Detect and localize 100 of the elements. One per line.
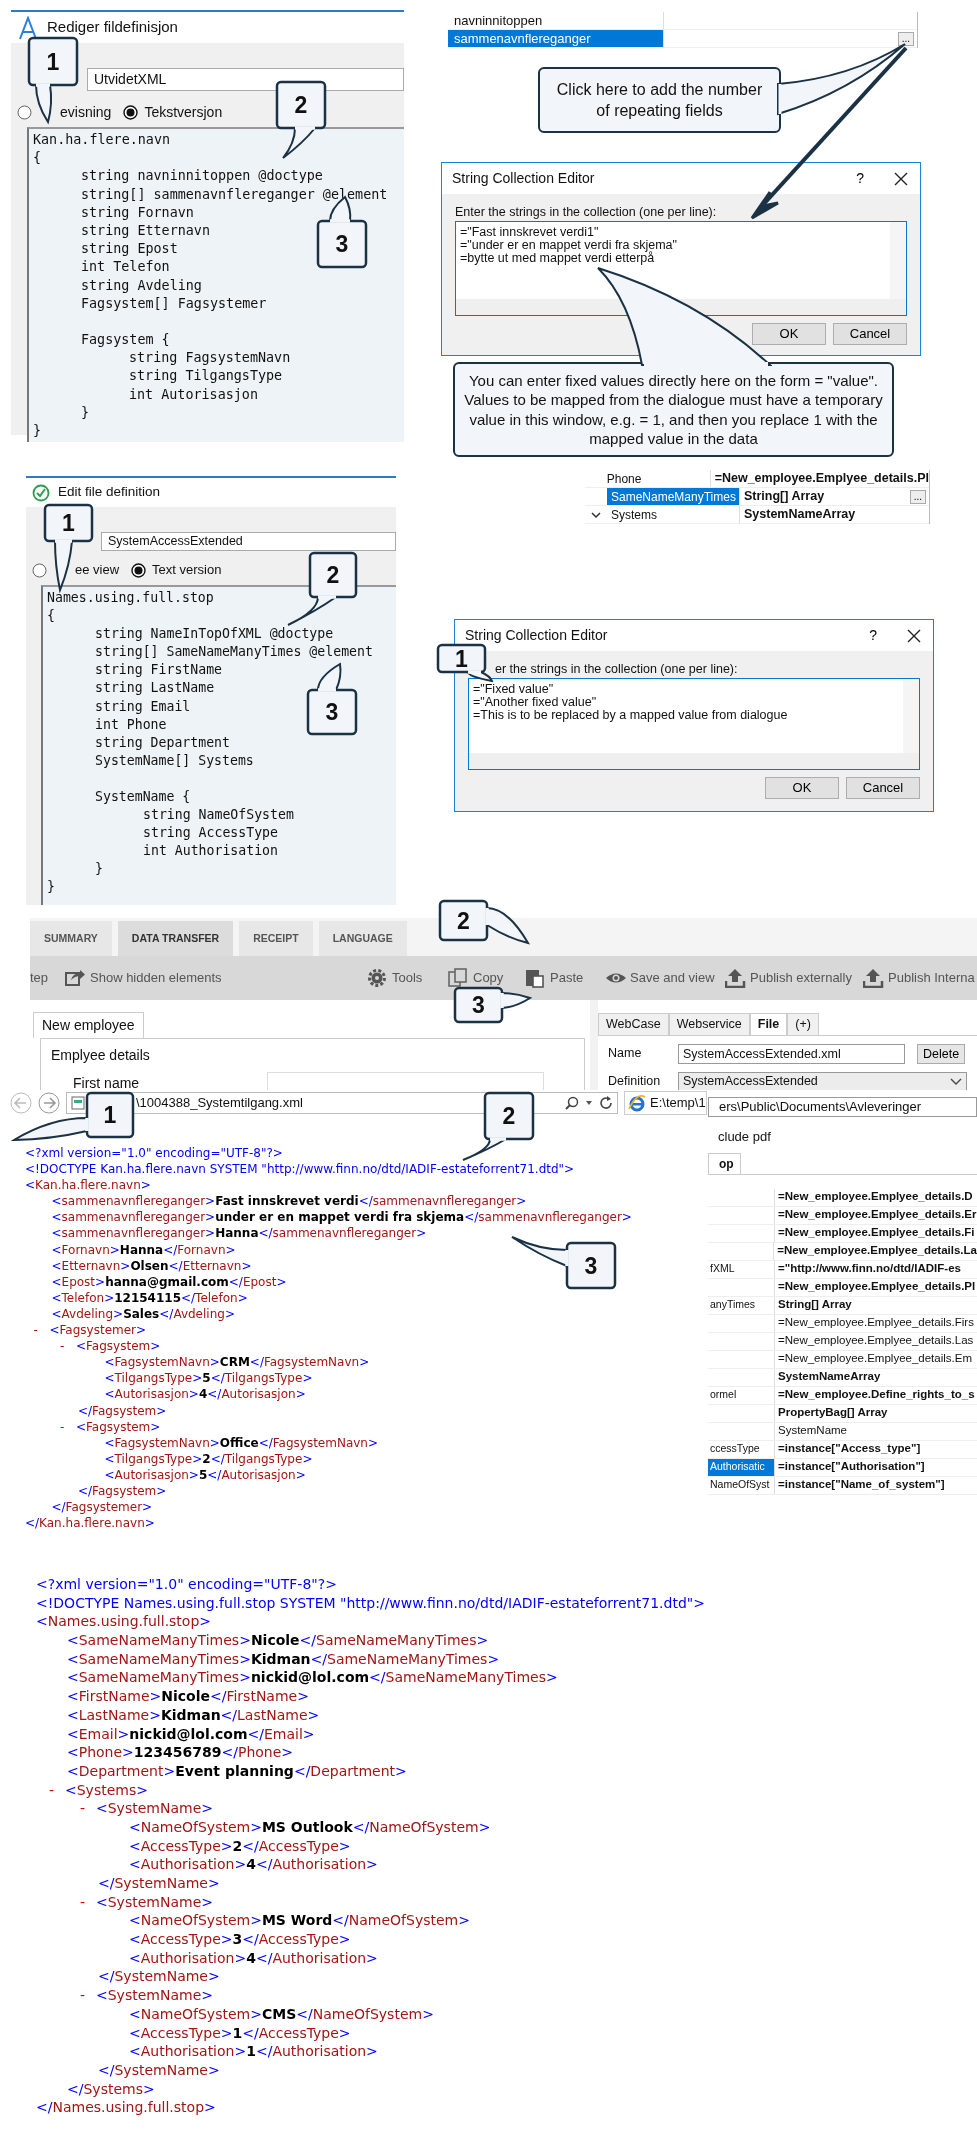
- help-button[interactable]: ?: [869, 625, 877, 646]
- xml-line: <Epost>hanna@gmail.com</Epost>: [51, 1274, 287, 1289]
- xml-line: <Names.using.full.stop>: [36, 1613, 212, 1630]
- xml-line: <Department>Event planning</Department>: [67, 1762, 407, 1779]
- scrollbar[interactable]: [469, 753, 919, 769]
- dialog-button[interactable]: OK: [765, 777, 839, 799]
- toolbar-button[interactable]: Show hidden elements: [65, 968, 367, 988]
- property-name[interactable]: NameOfSyst: [710, 1477, 770, 1493]
- tab[interactable]: Webservice: [668, 1013, 750, 1035]
- ellipsis-button[interactable]: ...: [909, 489, 926, 504]
- property-value: ="http://www.finn.no/dtd/IADIF-es: [778, 1261, 961, 1277]
- tab[interactable]: RECEIPT: [239, 921, 313, 956]
- property-name[interactable]: ccessType: [710, 1441, 760, 1457]
- collapse-toggle[interactable]: -: [80, 1799, 96, 1818]
- property-name[interactable]: navninnitoppen: [448, 12, 663, 29]
- collapse-toggle[interactable]: -: [60, 1338, 76, 1355]
- forward-icon[interactable]: [38, 1092, 60, 1114]
- xml-line: <Authorisation>4</Authorisation>: [129, 1856, 378, 1873]
- radio-button[interactable]: [123, 104, 139, 120]
- property-value: String[] Array: [778, 1297, 852, 1313]
- xml-line: <Avdeling>Sales</Avdeling>: [51, 1306, 235, 1321]
- help-button[interactable]: ?: [856, 168, 864, 189]
- radio-button[interactable]: [131, 562, 147, 578]
- radio-label: Text version: [152, 561, 222, 580]
- property-name[interactable]: Systems: [607, 506, 739, 523]
- xml-line: <NameOfSystem>CMS</NameOfSystem>: [129, 2005, 434, 2022]
- code-line: int Telefon: [81, 259, 170, 275]
- callout: 2: [275, 80, 327, 159]
- close-icon[interactable]: [907, 628, 921, 643]
- select-field[interactable]: SystemAccessExtended: [678, 1072, 967, 1090]
- tab[interactable]: op: [708, 1152, 741, 1174]
- code-line: int Autorisasjon: [129, 386, 258, 402]
- toolbar-button[interactable]: Save and view: [605, 968, 725, 988]
- close-icon[interactable]: [894, 171, 908, 186]
- toolbar-button[interactable]: tep: [30, 968, 65, 988]
- xml-line: <?xml version="1.0" encoding="UTF-8"?>: [25, 1146, 283, 1160]
- radio-button[interactable]: [32, 562, 47, 578]
- xml-line: <sammenavnflereganger>under er en mappet verdi fra skjema</sammenavnflereganger>: [51, 1210, 632, 1225]
- xml-line: </Fagsystemer>: [51, 1500, 153, 1515]
- tab[interactable]: (+): [787, 1013, 819, 1035]
- collapse-toggle[interactable]: -: [80, 1986, 96, 2005]
- dialog-button[interactable]: OK: [752, 323, 826, 345]
- upload-icon: [863, 968, 885, 988]
- path-field[interactable]: ers\Public\Documents\Avleveringer: [708, 1097, 977, 1117]
- name-field[interactable]: SystemAccessExtended: [101, 532, 396, 551]
- property-name[interactable]: Phone: [602, 470, 710, 487]
- code-line: Names.using.full.stop: [47, 590, 214, 605]
- browser-tab[interactable]: E:\temp\1: [624, 1091, 707, 1115]
- browser-icon: [628, 1094, 646, 1112]
- toolbar-button[interactable]: Publish Interna: [863, 968, 977, 988]
- xml-line: </Kan.ha.flere.navn>: [25, 1516, 155, 1531]
- code-line: string NameInTopOfXML @doctype: [95, 626, 334, 642]
- toolbar-button[interactable]: Publish externally: [725, 968, 863, 988]
- tab[interactable]: SUMMARY: [30, 921, 112, 956]
- collapse-toggle[interactable]: -: [33, 1322, 50, 1339]
- input-field[interactable]: [267, 1072, 544, 1090]
- xml-line: <TilgangsType>5</TilgangsType>: [104, 1371, 313, 1386]
- xml-line: </Names.using.full.stop>: [36, 2099, 216, 2116]
- toolbar-button[interactable]: Paste: [525, 968, 605, 988]
- search-icon[interactable]: [565, 1096, 579, 1110]
- code-editor[interactable]: [41, 585, 396, 905]
- toolbar-button[interactable]: Tools: [367, 968, 448, 988]
- property-name[interactable]: sammenavnflereganger: [448, 30, 663, 47]
- property-value: =New_employee.Emplyee_details.Las: [778, 1333, 974, 1349]
- xml-line: <Authorisation>4</Authorisation>: [129, 1949, 378, 1966]
- collapse-toggle[interactable]: -: [60, 1418, 76, 1435]
- property-name[interactable]: ormel: [710, 1387, 737, 1403]
- xml-line: <LastName>Kidman</LastName>: [67, 1706, 320, 1723]
- code-line: string FirstName: [95, 662, 223, 678]
- collapse-toggle[interactable]: -: [80, 1892, 96, 1912]
- xml-line: <Autorisasjon>4</Autorisasjon>: [104, 1387, 306, 1402]
- input-field[interactable]: SystemAccessExtended.xml: [678, 1043, 905, 1064]
- tab[interactable]: WebCase: [598, 1013, 669, 1035]
- xml-line: <Authorisation>1</Authorisation>: [129, 2043, 378, 2060]
- tab[interactable]: New employee: [33, 1012, 144, 1038]
- delete-button[interactable]: Delete: [917, 1043, 966, 1064]
- dialog-button[interactable]: Cancel: [846, 777, 920, 799]
- tab[interactable]: DATA TRANSFER: [117, 921, 234, 956]
- callout: 1: [436, 643, 493, 682]
- tab[interactable]: LANGUAGE: [318, 921, 407, 956]
- scrollbar[interactable]: [890, 222, 906, 299]
- group-title: Emplyee details: [51, 1046, 151, 1065]
- text-area[interactable]: ="Fixed value" ="Another fixed value" =This is to be replaced by a mapped value from dialogue: [468, 678, 920, 770]
- chevron-icon[interactable]: [591, 510, 601, 519]
- caret-icon[interactable]: [585, 1100, 593, 1106]
- property-name[interactable]: SameNameManyTimes: [607, 488, 739, 505]
- property-name[interactable]: anyTimes: [710, 1297, 756, 1313]
- code-editor[interactable]: [27, 127, 404, 443]
- property-value: SystemName: [778, 1423, 848, 1439]
- refresh-icon[interactable]: [599, 1096, 613, 1110]
- property-name[interactable]: fXML: [710, 1261, 735, 1277]
- collapse-toggle[interactable]: -: [49, 1780, 65, 1800]
- code-line: }: [47, 879, 55, 895]
- radio-button[interactable]: [17, 104, 32, 120]
- scrollbar[interactable]: [903, 679, 919, 753]
- tab[interactable]: File: [749, 1013, 788, 1035]
- toolbar-button[interactable]: Copy: [448, 968, 525, 988]
- name-field[interactable]: UtvidetXML: [87, 68, 404, 91]
- callout: 2: [287, 551, 358, 626]
- dialog-button[interactable]: Cancel: [833, 323, 907, 345]
